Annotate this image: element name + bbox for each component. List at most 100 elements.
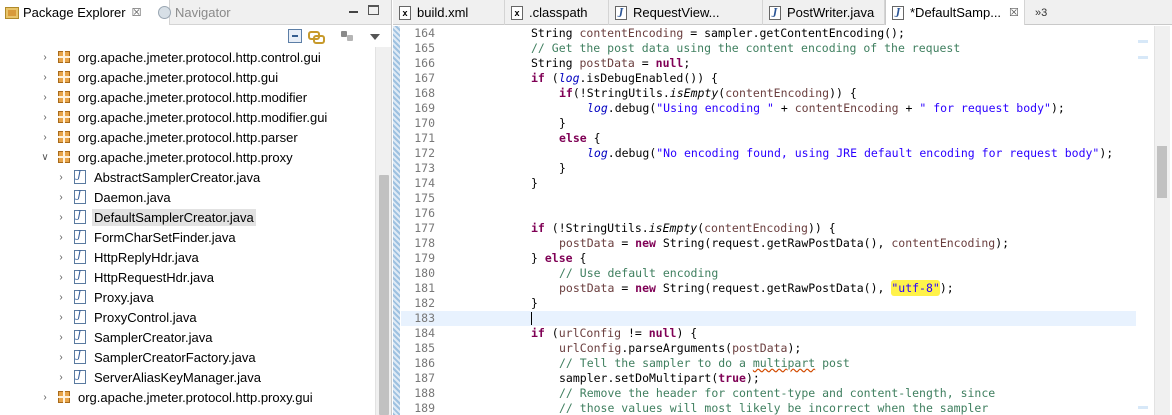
link-with-editor-icon[interactable] (308, 29, 325, 44)
close-icon[interactable]: ☒ (132, 6, 142, 19)
tree-package-row[interactable]: › org.apache.jmeter.protocol.http.proxy.g… (0, 387, 376, 407)
editor-scrollbar-thumb[interactable] (1157, 146, 1167, 198)
code-line[interactable]: 179} else { (401, 251, 1136, 266)
chevron-right-icon[interactable]: › (40, 72, 50, 83)
tab-navigator[interactable]: Navigator (150, 0, 231, 25)
chevron-right-icon[interactable]: › (40, 112, 50, 123)
chevron-right-icon[interactable]: › (56, 332, 66, 343)
chevron-right-icon[interactable]: › (56, 272, 66, 283)
tree-package-row[interactable]: › org.apache.jmeter.protocol.http.modifie… (0, 87, 376, 107)
java-file-icon (74, 310, 86, 324)
code-token: isEmpty (669, 86, 719, 100)
code-line[interactable]: 177 if (!StringUtils.isEmpty(contentEncod… (401, 221, 1136, 236)
tree-package-row[interactable]: › org.apache.jmeter.protocol.http.gui (0, 67, 376, 87)
view-menu-icon[interactable] (370, 34, 380, 40)
code-token: // Use default encoding (559, 266, 719, 280)
editor-tab[interactable]: J PostWriter.java (763, 0, 885, 25)
code-token: log (587, 146, 608, 160)
chevron-right-icon[interactable]: › (56, 372, 66, 383)
code-line[interactable]: 181 postData = new String(request.getRawP… (401, 280, 1136, 296)
maximize-icon[interactable] (368, 5, 379, 15)
chevron-right-icon[interactable]: › (56, 312, 66, 323)
code-line[interactable]: 188 // Remove the header for content-type… (401, 386, 1136, 401)
focus-on-active-task-icon[interactable] (340, 29, 354, 43)
tree-file-row[interactable]: › Daemon.java (0, 187, 376, 207)
tree-package-row[interactable]: ∨ org.apache.jmeter.protocol.http.proxy (0, 147, 376, 167)
code-token: if (559, 86, 573, 100)
collapse-all-icon[interactable] (288, 29, 302, 43)
explorer-scrollbar[interactable] (375, 47, 391, 415)
tree-file-row[interactable]: › Proxy.java (0, 287, 376, 307)
tree-item-label: FormCharSetFinder.java (94, 229, 236, 245)
code-line[interactable]: 180 // Use default encoding (401, 266, 1136, 281)
code-line[interactable]: 186 // Tell the sampler to do a multipart… (401, 356, 1136, 371)
code-line[interactable]: 164 String contentEncoding = sampler.getC… (401, 26, 1136, 41)
overview-ruler-mark[interactable] (1138, 406, 1148, 409)
code-line[interactable]: 170} (401, 116, 1136, 131)
code-line[interactable]: 187 sampler.setDoMultipart(true); (401, 371, 1136, 386)
editor-tab[interactable]: J RequestView... (609, 0, 763, 25)
chevron-right-icon[interactable]: › (56, 252, 66, 263)
code-line[interactable]: 183 (401, 311, 1136, 326)
chevron-right-icon[interactable]: › (56, 172, 66, 183)
overview-ruler-mark[interactable] (1138, 56, 1148, 59)
tree-file-row[interactable]: › HttpReplyHdr.java (0, 247, 376, 267)
tree-file-row[interactable]: › HttpRequestHdr.java (0, 267, 376, 287)
code-line[interactable]: 167 if (log.isDebugEnabled()) { (401, 71, 1136, 86)
code-line[interactable]: 171 else { (401, 131, 1136, 146)
code-line[interactable]: 175 (401, 191, 1136, 206)
code-line[interactable]: 173} (401, 161, 1136, 176)
code-line[interactable]: 185 urlConfig.parseArguments(postData); (401, 341, 1136, 356)
code-line[interactable]: 176 (401, 206, 1136, 221)
chevron-right-icon[interactable]: › (40, 92, 50, 103)
editor-scrollbar-track[interactable] (1154, 26, 1170, 415)
editor-tab[interactable]: J *DefaultSamp... ☒ (885, 0, 1025, 25)
tree-package-row[interactable]: › org.apache.jmeter.protocol.http.modifie… (0, 107, 376, 127)
tree-file-row[interactable]: › SamplerCreator.java (0, 327, 376, 347)
overview-ruler-mark[interactable] (1138, 40, 1148, 43)
chevron-right-icon[interactable]: › (56, 192, 66, 203)
editor-tab[interactable]: x .classpath (505, 0, 609, 25)
tree-file-row[interactable]: › AbstractSamplerCreator.java (0, 167, 376, 187)
tree-package-row[interactable]: › org.apache.jmeter.protocol.http.parser (0, 127, 376, 147)
line-number: 180 (414, 266, 435, 280)
code-line[interactable]: 168 if(!StringUtils.isEmpty(contentEncodi… (401, 86, 1136, 101)
code-line[interactable]: 169 log.debug("Using encoding " + content… (401, 101, 1136, 116)
code-editor[interactable]: 164 String contentEncoding = sampler.getC… (401, 26, 1136, 415)
java-file-icon (74, 270, 86, 284)
tree-item-label: DefaultSamplerCreator.java (92, 208, 256, 226)
code-line[interactable]: 182} (401, 296, 1136, 311)
code-line[interactable]: 172 log.debug("No encoding found, using J… (401, 146, 1136, 161)
tab-overflow-icon[interactable]: »3 (1029, 0, 1047, 25)
minimize-icon[interactable] (347, 5, 361, 17)
code-line[interactable]: 184 if (urlConfig != null) { (401, 326, 1136, 341)
code-line[interactable]: 166 String postData = null; (401, 56, 1136, 71)
editor-scrollbar[interactable] (1136, 26, 1172, 415)
explorer-scrollbar-thumb[interactable] (379, 175, 389, 415)
chevron-right-icon[interactable]: › (40, 392, 50, 403)
tree-package-row[interactable]: › org.apache.jmeter.protocol.http.control… (0, 47, 376, 67)
tab-package-explorer[interactable]: Package Explorer ☒ (0, 0, 170, 25)
chevron-right-icon[interactable]: › (56, 232, 66, 243)
code-line[interactable]: 178 postData = new String(request.getRawP… (401, 236, 1136, 251)
tree-file-row[interactable]: › ProxyControl.java (0, 307, 376, 327)
editor-tab[interactable]: x build.xml (393, 0, 505, 25)
close-icon[interactable]: ☒ (1009, 6, 1019, 19)
chevron-right-icon[interactable]: › (40, 52, 50, 63)
code-text: String postData = null; (531, 56, 690, 71)
tree-file-row[interactable]: › FormCharSetFinder.java (0, 227, 376, 247)
chevron-right-icon[interactable]: › (56, 212, 66, 223)
code-line[interactable]: 174} (401, 176, 1136, 191)
tree-file-row[interactable]: › SamplerCreatorFactory.java (0, 347, 376, 367)
code-token: ) { (676, 326, 698, 340)
chevron-down-icon[interactable]: ∨ (40, 152, 50, 163)
code-line[interactable]: 189 // those values will most likely be i… (401, 401, 1136, 415)
chevron-right-icon[interactable]: › (56, 352, 66, 363)
chevron-right-icon[interactable]: › (56, 292, 66, 303)
package-tree: › org.apache.jmeter.protocol.http.control… (0, 47, 376, 415)
code-token: contentEncoding (704, 221, 808, 235)
chevron-right-icon[interactable]: › (40, 132, 50, 143)
tree-file-row[interactable]: › ServerAliasKeyManager.java (0, 367, 376, 387)
tree-file-row[interactable]: › DefaultSamplerCreator.java (0, 207, 376, 227)
code-line[interactable]: 165 // Get the post data using the conten… (401, 41, 1136, 56)
